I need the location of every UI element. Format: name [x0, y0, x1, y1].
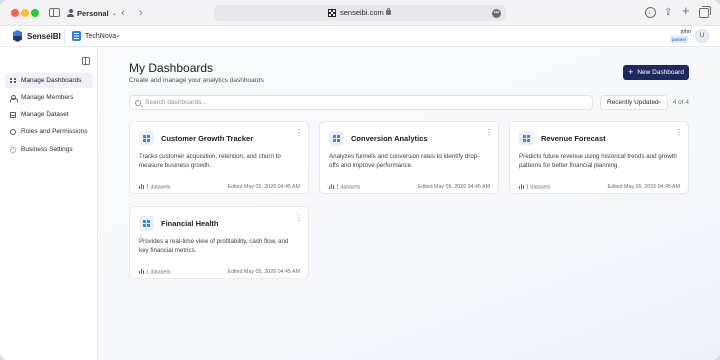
card-title: Customer Growth Tracker	[161, 134, 254, 143]
result-count: 4 of 4	[672, 99, 689, 106]
plus-icon: +	[628, 67, 634, 77]
more-options-icon[interactable]: •••	[492, 9, 501, 18]
sidebar-item-roles-and-permissions[interactable]: Roles and Permissions	[5, 124, 93, 139]
bar-chart-icon	[329, 184, 334, 189]
dashboard-card[interactable]: Revenue Forecast ⋮ Predicts future reven…	[509, 121, 689, 194]
page-subtitle: Create and manage your analytics dashboa…	[129, 77, 264, 84]
card-footer: 1 datasets Edited May 05, 2026 04:45 AM	[139, 269, 300, 277]
edited-timestamp: Edited May 05, 2026 04:45 AM	[227, 184, 300, 190]
app-header: SenseiBI TechNova ⌄ john partner U	[0, 26, 720, 47]
url-text: senseibi.com	[340, 8, 384, 17]
card-description: Predicts future revenue using historical…	[519, 153, 677, 169]
browser-toolbar: Personal ⌄ ‹ › senseibi.com ••• ⇪ +	[0, 0, 720, 26]
card-footer: 1 datasets Edited May 05, 2026 04:45 AM	[519, 184, 680, 192]
profile-label: Personal	[77, 8, 109, 18]
forward-arrow-icon[interactable]: ›	[139, 6, 143, 20]
dataset-icon	[10, 111, 16, 118]
minimize-window-button[interactable]	[21, 9, 29, 17]
tab-overview-icon[interactable]	[699, 5, 711, 18]
chevron-down-icon[interactable]: ⌄	[115, 30, 121, 41]
building-icon	[72, 31, 81, 41]
card-title: Financial Health	[161, 219, 219, 228]
profile-selector[interactable]: Personal ⌄	[67, 6, 117, 20]
dashboard-card[interactable]: Customer Growth Tracker ⋮ Tracks custome…	[129, 121, 309, 194]
chevron-down-icon: ⌄	[111, 10, 117, 17]
dashboard-grid-icon	[139, 131, 154, 146]
person-icon	[67, 9, 74, 17]
new-dashboard-label: New Dashboard	[637, 69, 684, 76]
org-switcher-label[interactable]: TechNova	[85, 31, 116, 42]
edited-timestamp: Edited May 05, 2026 04:45 AM	[607, 184, 680, 190]
site-favicon-icon	[328, 9, 336, 17]
bar-chart-icon	[139, 184, 144, 189]
card-footer: 1 datasets Edited May 05, 2026 04:45 AM	[329, 184, 490, 192]
address-bar[interactable]: senseibi.com •••	[214, 5, 506, 21]
lock-icon	[386, 7, 391, 15]
more-vertical-icon[interactable]: ⋮	[295, 214, 303, 222]
logo-icon	[13, 30, 22, 42]
dataset-count: 1 datasets	[336, 184, 361, 191]
dashboard-grid-icon	[139, 216, 154, 231]
user-name: john	[680, 29, 691, 35]
header-divider	[64, 29, 65, 44]
dashboard-grid-icon	[329, 131, 344, 146]
sidebar-item-label: Manage Dashboards	[21, 77, 82, 84]
dashboard-card[interactable]: Conversion Analytics ⋮ Analyzes funnels …	[319, 121, 499, 194]
main-content: My Dashboards Create and manage your ana…	[98, 47, 720, 360]
card-description: Tracks customer acquisition, retention, …	[139, 153, 281, 169]
collapse-sidebar-icon[interactable]	[82, 57, 90, 65]
page-title: My Dashboards	[129, 61, 214, 75]
close-window-button[interactable]	[11, 9, 19, 17]
more-vertical-icon[interactable]: ⋮	[675, 129, 683, 137]
back-arrow-icon[interactable]: ‹	[121, 6, 125, 20]
download-icon[interactable]	[645, 6, 656, 20]
dashboard-grid-icon	[519, 131, 534, 146]
sidebar-item-label: Manage Dataset	[21, 111, 69, 118]
more-vertical-icon[interactable]: ⋮	[485, 129, 493, 137]
more-vertical-icon[interactable]: ⋮	[295, 129, 303, 137]
sidebar-item-label: Manage Members	[21, 94, 74, 101]
grid-icon	[10, 77, 16, 84]
brand-name: SenseiBI	[27, 32, 61, 41]
zoom-window-button[interactable]	[31, 9, 39, 17]
card-description: Provides a real-time view of profitabili…	[139, 238, 289, 254]
dashboard-card[interactable]: Financial Health ⋮ Provides a real-time …	[129, 206, 309, 279]
sort-value: Recently Updated	[607, 99, 659, 106]
sidebar-toggle-icon[interactable]	[49, 8, 60, 17]
sidebar-item-manage-dashboards[interactable]: Manage Dashboards	[5, 73, 93, 88]
sidebar-item-manage-dataset[interactable]: Manage Dataset	[5, 107, 93, 122]
search-box[interactable]	[129, 95, 593, 110]
card-title: Revenue Forecast	[541, 134, 606, 143]
chevron-down-icon: ⌄	[656, 99, 662, 105]
search-input[interactable]	[145, 97, 585, 108]
user-role-badge: partner	[670, 36, 689, 43]
card-footer: 1 datasets Edited May 05, 2026 04:45 AM	[139, 184, 300, 192]
new-tab-icon[interactable]: +	[682, 4, 690, 18]
members-icon	[10, 94, 18, 102]
sort-dropdown[interactable]: Recently Updated ⌄	[600, 95, 668, 110]
sidebar-item-business-settings[interactable]: Business Settings	[5, 142, 93, 157]
avatar[interactable]: U	[695, 29, 709, 43]
edited-timestamp: Edited May 05, 2026 04:45 AM	[417, 184, 490, 190]
shield-icon	[10, 128, 16, 135]
card-description: Analyzes funnels and conversion rates to…	[329, 153, 480, 169]
sidebar-item-label: Roles and Permissions	[21, 128, 88, 135]
bar-chart-icon	[139, 269, 144, 274]
edited-timestamp: Edited May 05, 2026 04:45 AM	[227, 269, 300, 275]
share-icon[interactable]: ⇪	[664, 6, 672, 20]
search-icon	[135, 99, 141, 106]
dataset-count: 1 datasets	[146, 184, 171, 191]
sidebar-item-label: Business Settings	[21, 146, 73, 153]
dataset-count: 1 datasets	[526, 184, 551, 191]
gear-icon	[10, 146, 16, 153]
sidebar: Manage Dashboards Manage Members Manage …	[0, 47, 98, 360]
sidebar-item-manage-members[interactable]: Manage Members	[5, 90, 93, 105]
dataset-count: 1 datasets	[146, 269, 171, 276]
bar-chart-icon	[519, 184, 524, 189]
card-title: Conversion Analytics	[351, 134, 428, 143]
new-dashboard-button[interactable]: + New Dashboard	[623, 65, 689, 80]
browser-window: Personal ⌄ ‹ › senseibi.com ••• ⇪ + Sens…	[0, 0, 720, 360]
